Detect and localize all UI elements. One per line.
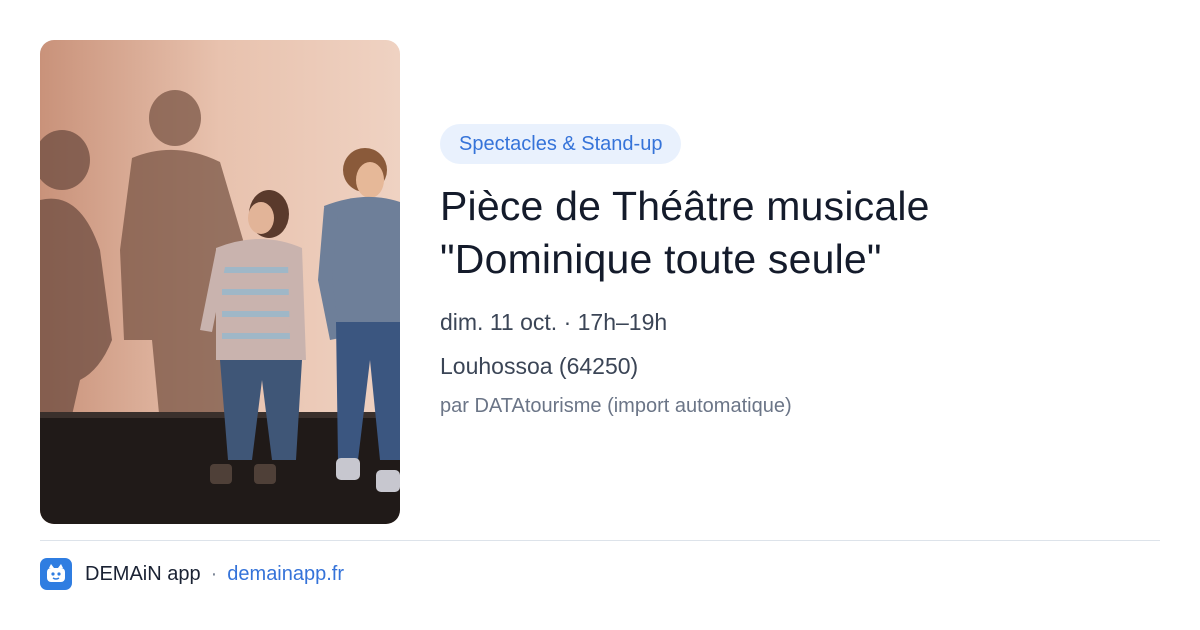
event-title: Pièce de Théâtre musicale "Dominique tou… [440, 180, 1160, 286]
event-source: par DATAtourisme (import automatique) [440, 395, 792, 417]
domain-link[interactable]: demainapp.fr [227, 563, 344, 586]
demain-logo-icon [40, 558, 72, 590]
event-photo [40, 40, 400, 524]
category-badge[interactable]: Spectacles & Stand-up [440, 124, 682, 164]
event-datetime: dim. 11 oct. · 17h–19h [440, 309, 668, 335]
event-title-line2: "Dominique toute seule" [440, 236, 882, 282]
event-title-line1: Pièce de Théâtre musicale [440, 183, 930, 229]
footer: DEMAiN app · demainapp.fr [40, 558, 344, 590]
footer-separator: · [210, 562, 218, 585]
footer-divider [40, 540, 1160, 541]
app-name: DEMAiN app [85, 562, 201, 585]
event-location: Louhossoa (64250) [440, 353, 639, 379]
